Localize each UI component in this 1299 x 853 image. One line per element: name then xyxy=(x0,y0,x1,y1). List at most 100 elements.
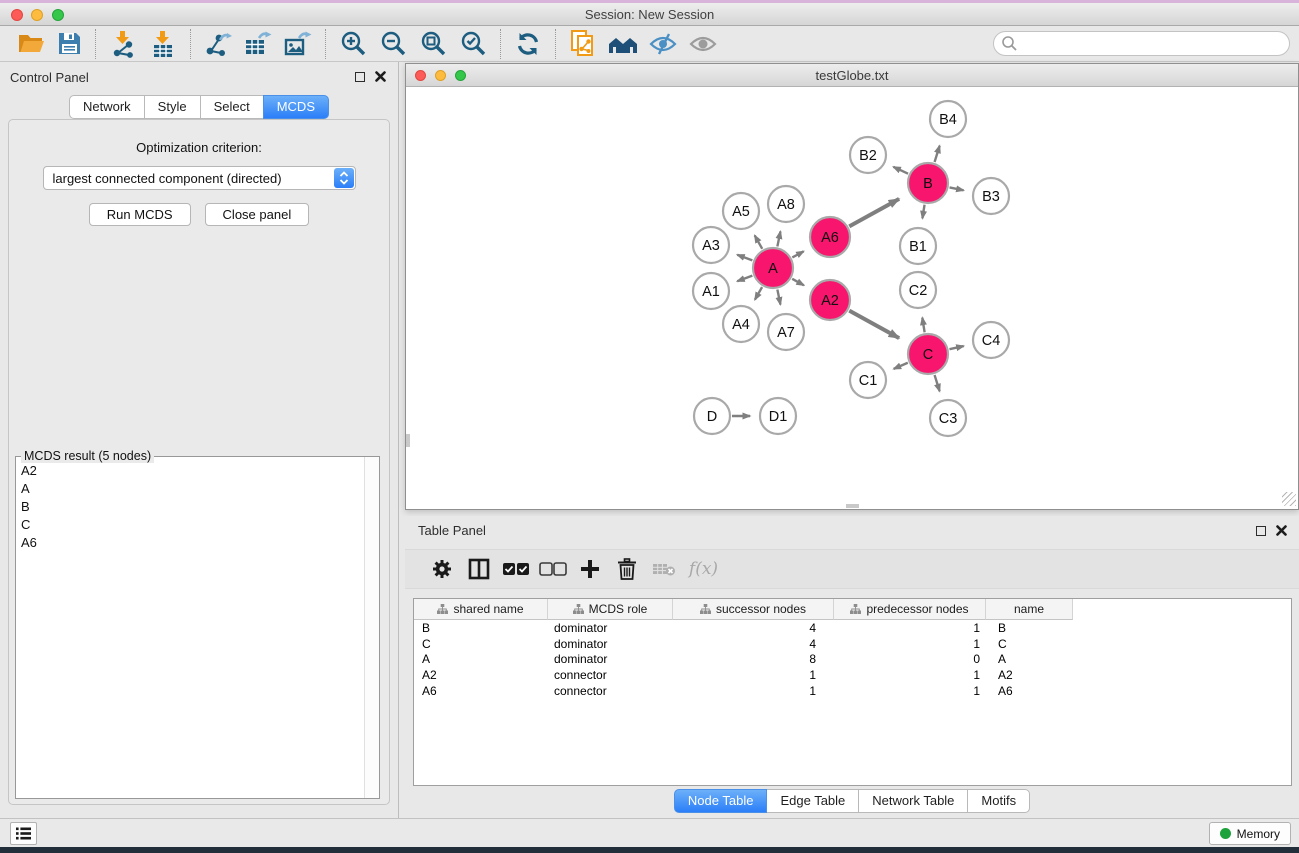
zoom-selected-icon[interactable] xyxy=(453,28,493,60)
graph-edge-A-A5[interactable] xyxy=(755,235,763,248)
network-canvas[interactable]: B4B2BB3A5A8A6B1A3AA1A2C2A4A7CC4C1C3DD1 xyxy=(406,87,1298,508)
table-row[interactable]: Bdominator41B xyxy=(414,620,1291,636)
graph-edge-C-C1[interactable] xyxy=(894,363,908,369)
mcds-result-item[interactable]: C xyxy=(16,515,364,533)
table-row[interactable]: Cdominator41C xyxy=(414,636,1291,652)
table-cell[interactable]: dominator xyxy=(548,652,673,666)
table-cell[interactable]: 8 xyxy=(673,652,834,666)
table-cell[interactable]: B xyxy=(986,621,1073,635)
mcds-result-list[interactable]: A2ABCA6 xyxy=(16,461,364,798)
table-cell[interactable]: 1 xyxy=(834,668,986,682)
mcds-result-item[interactable]: A6 xyxy=(16,533,364,551)
graph-node-A6[interactable]: A6 xyxy=(810,217,850,257)
tab-style[interactable]: Style xyxy=(144,95,201,119)
settings-gear-icon[interactable] xyxy=(423,554,460,584)
graph-node-B[interactable]: B xyxy=(908,163,948,203)
task-history-button[interactable] xyxy=(10,822,37,845)
graph-node-C4[interactable]: C4 xyxy=(973,322,1009,358)
graph-edge-A-A8[interactable] xyxy=(777,231,780,246)
tab-network-table[interactable]: Network Table xyxy=(858,789,968,813)
table-cell[interactable]: A2 xyxy=(986,668,1073,682)
float-table-panel-icon[interactable] xyxy=(1256,526,1266,536)
graph-edge-C-C4[interactable] xyxy=(949,346,963,349)
graph-node-A7[interactable]: A7 xyxy=(768,314,804,350)
function-builder-icon[interactable]: f(x) xyxy=(682,554,719,584)
table-cell[interactable]: A6 xyxy=(986,684,1073,698)
mcds-result-item[interactable]: B xyxy=(16,497,364,515)
table-cell[interactable]: A xyxy=(986,652,1073,666)
graph-edge-A-A3[interactable] xyxy=(737,255,752,261)
export-network-icon[interactable] xyxy=(198,28,238,60)
graph-edge-B-B2[interactable] xyxy=(893,167,908,174)
tab-mcds[interactable]: MCDS xyxy=(263,95,329,119)
graph-node-A8[interactable]: A8 xyxy=(768,186,804,222)
table-cell[interactable]: B xyxy=(414,621,548,635)
zoom-fit-icon[interactable] xyxy=(413,28,453,60)
tab-motifs[interactable]: Motifs xyxy=(967,789,1030,813)
import-table-icon[interactable] xyxy=(143,28,183,60)
graph-node-A3[interactable]: A3 xyxy=(693,227,729,263)
table-cell[interactable]: 0 xyxy=(834,652,986,666)
table-cell[interactable]: 4 xyxy=(673,621,834,635)
deselect-checkboxes-icon[interactable] xyxy=(534,554,571,584)
run-mcds-button[interactable]: Run MCDS xyxy=(89,203,191,226)
graph-node-B3[interactable]: B3 xyxy=(973,178,1009,214)
export-table-icon[interactable] xyxy=(238,28,278,60)
graph-node-A4[interactable]: A4 xyxy=(723,306,759,342)
hide-selected-eye-slash-icon[interactable] xyxy=(643,28,683,60)
graph-edge-B-B4[interactable] xyxy=(935,146,940,162)
graph-node-C3[interactable]: C3 xyxy=(930,400,966,436)
add-column-icon[interactable] xyxy=(571,554,608,584)
table-row[interactable]: A6connector11A6 xyxy=(414,683,1291,699)
delete-table-icon[interactable] xyxy=(645,554,682,584)
mcds-list-scrollbar[interactable] xyxy=(364,457,379,798)
column-header-MCDS-role[interactable]: MCDS role xyxy=(548,599,673,620)
new-network-from-selection-icon[interactable] xyxy=(563,28,603,60)
table-cell[interactable]: C xyxy=(414,637,548,651)
graph-edge-A-A6[interactable] xyxy=(792,251,803,257)
select-all-checkboxes-icon[interactable] xyxy=(497,554,534,584)
graph-node-D1[interactable]: D1 xyxy=(760,398,796,434)
table-cell[interactable]: 1 xyxy=(834,621,986,635)
graph-node-A1[interactable]: A1 xyxy=(693,273,729,309)
table-row[interactable]: A2connector11A2 xyxy=(414,667,1291,683)
table-row[interactable]: Adominator80A xyxy=(414,651,1291,667)
table-cell[interactable]: A6 xyxy=(414,684,548,698)
column-layout-icon[interactable] xyxy=(460,554,497,584)
memory-button[interactable]: Memory xyxy=(1209,822,1291,845)
graph-node-B2[interactable]: B2 xyxy=(850,137,886,173)
search-input[interactable] xyxy=(993,31,1290,56)
table-cell[interactable]: connector xyxy=(548,684,673,698)
zoom-in-icon[interactable] xyxy=(333,28,373,60)
graph-node-A5[interactable]: A5 xyxy=(723,193,759,229)
mcds-result-item[interactable]: A xyxy=(16,479,364,497)
graph-node-A2[interactable]: A2 xyxy=(810,280,850,320)
column-header-shared-name[interactable]: shared name xyxy=(414,599,548,620)
graph-edge-A-A4[interactable] xyxy=(755,287,762,300)
delete-column-trash-icon[interactable] xyxy=(608,554,645,584)
table-cell[interactable]: A2 xyxy=(414,668,548,682)
graph-edge-B-B1[interactable] xyxy=(922,205,924,219)
close-panel-icon[interactable] xyxy=(375,71,386,82)
table-cell[interactable]: dominator xyxy=(548,621,673,635)
graph-node-C[interactable]: C xyxy=(908,334,948,374)
float-panel-icon[interactable] xyxy=(355,72,365,82)
graph-edge-A-A1[interactable] xyxy=(737,276,752,282)
graph-edge-A6-B[interactable] xyxy=(849,199,899,226)
table-cell[interactable]: 1 xyxy=(673,668,834,682)
network-graph[interactable]: B4B2BB3A5A8A6B1A3AA1A2C2A4A7CC4C1C3DD1 xyxy=(406,87,1298,508)
table-cell[interactable]: C xyxy=(986,637,1073,651)
import-network-icon[interactable] xyxy=(103,28,143,60)
optimization-criterion-select[interactable]: largest connected component (directed) xyxy=(43,166,356,190)
table-cell[interactable]: 1 xyxy=(673,684,834,698)
graph-node-B4[interactable]: B4 xyxy=(930,101,966,137)
zoom-out-icon[interactable] xyxy=(373,28,413,60)
network-window-titlebar[interactable]: testGlobe.txt xyxy=(406,64,1298,87)
table-cell[interactable]: 1 xyxy=(834,637,986,651)
show-all-eye-icon[interactable] xyxy=(683,28,723,60)
open-folder-icon[interactable] xyxy=(12,28,50,60)
graph-node-B1[interactable]: B1 xyxy=(900,228,936,264)
first-neighbors-icon[interactable] xyxy=(603,28,643,60)
table-cell[interactable]: 4 xyxy=(673,637,834,651)
table-cell[interactable]: 1 xyxy=(834,684,986,698)
